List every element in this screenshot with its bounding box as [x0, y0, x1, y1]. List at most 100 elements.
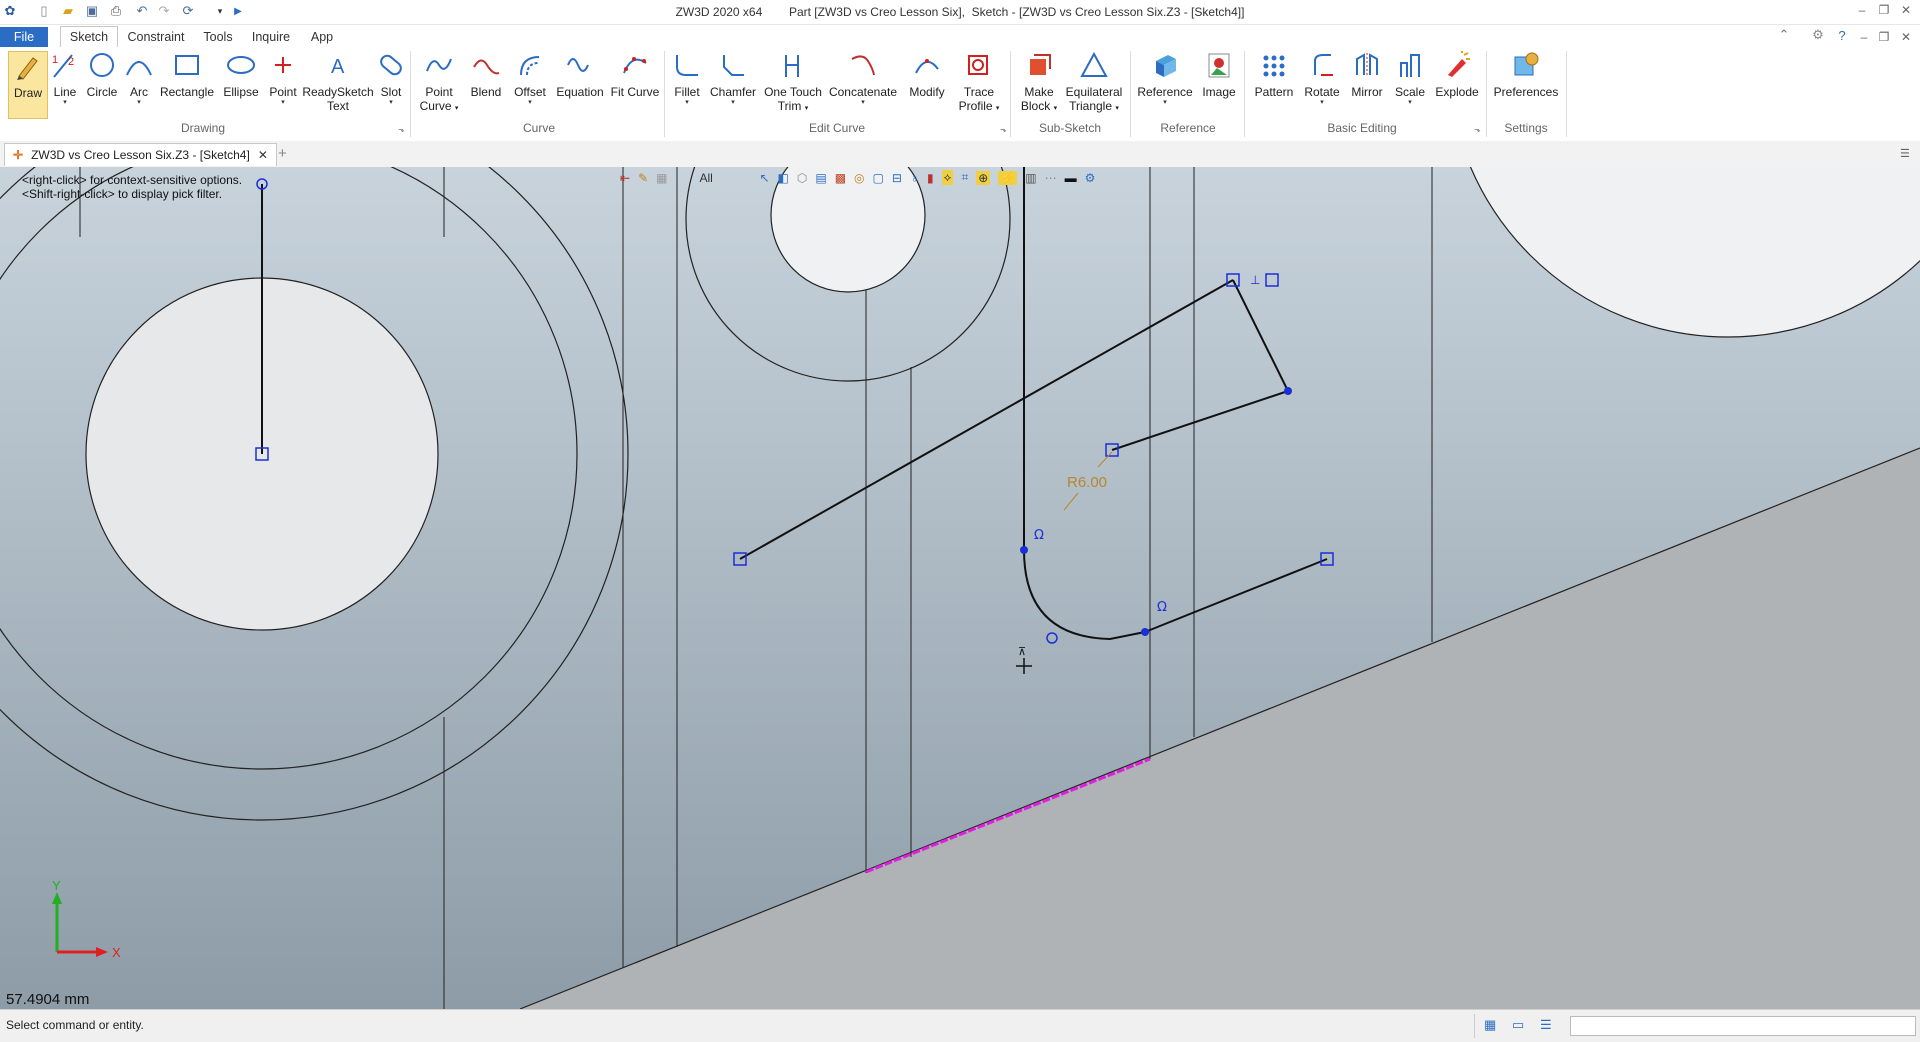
- basic-editing-launcher-icon[interactable]: ⬎: [1474, 125, 1481, 134]
- preferences-button[interactable]: Preferences: [1492, 51, 1560, 99]
- sketch-canvas[interactable]: ⊥ Ω Ω R6.00 ⊼ X Y: [0, 167, 1920, 1009]
- document-tab[interactable]: ✛ ZW3D vs Creo Lesson Six.Z3 - [Sketch4]…: [4, 143, 277, 166]
- menu-constraint[interactable]: Constraint: [124, 27, 188, 47]
- point-curve-button[interactable]: Point Curve ▾: [418, 51, 460, 116]
- color-icon[interactable]: ▮: [927, 171, 934, 185]
- point-button[interactable]: Point ▾: [266, 51, 300, 107]
- doc-minimize-button[interactable]: –: [1856, 30, 1872, 46]
- fillet-dropdown-icon[interactable]: ▾: [670, 99, 704, 107]
- list-icon[interactable]: ☰: [1540, 1017, 1552, 1033]
- chamfer-button[interactable]: Chamfer ▾: [708, 51, 758, 107]
- exit-icon[interactable]: ⇤: [620, 171, 630, 185]
- circle-button[interactable]: Circle: [84, 51, 120, 99]
- constraint-toggle-icon[interactable]: ⚡: [998, 170, 1018, 185]
- light-icon[interactable]: ♁: [910, 171, 919, 185]
- fillet-arc[interactable]: [1023, 549, 1146, 641]
- fit-icon[interactable]: ▢: [873, 171, 884, 185]
- minimize-button[interactable]: –: [1854, 3, 1870, 19]
- image-button[interactable]: Image: [1198, 51, 1240, 99]
- center-constraint-icon[interactable]: [1046, 632, 1058, 644]
- graphics-viewport[interactable]: ⊥ Ω Ω R6.00 ⊼ X Y <right-click> for cont…: [0, 167, 1920, 1009]
- equation-button[interactable]: Equation: [554, 51, 606, 99]
- arc-dropdown-icon[interactable]: ▾: [124, 99, 154, 107]
- offset-dropdown-icon[interactable]: ▾: [510, 99, 550, 107]
- menu-inquire[interactable]: Inquire: [248, 27, 294, 47]
- menu-file[interactable]: File: [0, 27, 48, 47]
- layout-icon[interactable]: ▦: [1484, 1017, 1496, 1033]
- tab-list-icon[interactable]: ☰: [1900, 147, 1910, 160]
- edit-curve-launcher-icon[interactable]: ⬎: [1000, 125, 1007, 134]
- fit-curve-button[interactable]: Fit Curve: [608, 51, 662, 99]
- mirror-button[interactable]: Mirror: [1346, 51, 1388, 99]
- render-icon[interactable]: ▥: [1025, 171, 1036, 185]
- dimension-toggle-icon[interactable]: ⌗: [961, 170, 968, 185]
- point-dropdown-icon[interactable]: ▾: [266, 99, 300, 107]
- reference-dropdown-icon[interactable]: ▾: [1136, 99, 1194, 107]
- modify-button[interactable]: Modify: [904, 51, 950, 99]
- doc-close-button[interactable]: ✕: [1898, 30, 1914, 46]
- monitor-icon[interactable]: ▭: [1512, 1017, 1524, 1033]
- readysketch-text-button[interactable]: A ReadySketch Text: [302, 51, 374, 113]
- tangent-constraint-icon[interactable]: Ω: [1157, 600, 1167, 615]
- sketch-line-long[interactable]: [739, 279, 1234, 560]
- arc-button[interactable]: Arc ▾: [124, 51, 154, 107]
- line-dropdown-icon[interactable]: ▾: [48, 99, 82, 107]
- close-tab-icon[interactable]: ✕: [258, 148, 268, 162]
- reference-button[interactable]: Reference ▾: [1136, 51, 1194, 107]
- select-icon[interactable]: ↖: [759, 171, 769, 185]
- trace-profile-button[interactable]: Trace Profile ▾: [954, 51, 1004, 116]
- slot-button[interactable]: Slot ▾: [374, 51, 408, 107]
- equilateral-triangle-button[interactable]: Equilateral Triangle ▾: [1064, 51, 1124, 116]
- radius-dimension[interactable]: R6.00: [1067, 474, 1107, 491]
- fillet-button[interactable]: Fillet ▾: [670, 51, 704, 107]
- drawing-launcher-icon[interactable]: ⬎: [398, 125, 405, 134]
- one-touch-trim-button[interactable]: One Touch Trim ▾: [762, 51, 824, 116]
- shaded-icon[interactable]: ◧: [778, 171, 789, 185]
- endpoint-dot[interactable]: [1284, 387, 1292, 395]
- collapse-ribbon-icon[interactable]: ⌃: [1776, 27, 1792, 43]
- view-cube-icon[interactable]: ⬡: [797, 171, 807, 185]
- scale-dropdown-icon[interactable]: ▾: [1390, 99, 1430, 107]
- explode-button[interactable]: Explode: [1434, 51, 1480, 99]
- dots-icon[interactable]: ⋯: [1045, 171, 1057, 185]
- menu-tools[interactable]: Tools: [198, 27, 238, 47]
- tangent-constraint-icon[interactable]: Ω: [1034, 528, 1044, 543]
- section-icon[interactable]: ⊟: [892, 171, 902, 185]
- scale-button[interactable]: Scale ▾: [1390, 51, 1430, 107]
- display-icon[interactable]: ▤: [815, 171, 826, 185]
- pick-icon[interactable]: ✎: [638, 171, 648, 185]
- concatenate-dropdown-icon[interactable]: ▾: [826, 99, 900, 107]
- sketch-line-upper[interactable]: [1111, 390, 1289, 451]
- rotate-button[interactable]: Rotate ▾: [1300, 51, 1344, 107]
- slot-dropdown-icon[interactable]: ▾: [374, 99, 408, 107]
- concatenate-button[interactable]: Concatenate ▾: [826, 51, 900, 107]
- rotate-dropdown-icon[interactable]: ▾: [1300, 99, 1344, 107]
- help-icon[interactable]: ?: [1834, 27, 1850, 43]
- make-block-button[interactable]: Make Block ▾: [1018, 51, 1060, 116]
- zoom-icon[interactable]: ◎: [854, 171, 864, 185]
- new-tab-icon[interactable]: +: [278, 145, 287, 162]
- close-window-button[interactable]: ✕: [1898, 3, 1914, 19]
- line-style-icon[interactable]: ▬: [1065, 171, 1077, 185]
- rectangle-button[interactable]: Rectangle: [158, 51, 216, 99]
- ellipse-button[interactable]: Ellipse: [220, 51, 262, 99]
- doc-restore-button[interactable]: ❐: [1876, 30, 1892, 46]
- menu-sketch[interactable]: Sketch: [60, 26, 118, 47]
- menu-app[interactable]: App: [304, 27, 340, 47]
- gear-icon[interactable]: ⚙: [1810, 27, 1826, 43]
- offset-button[interactable]: Offset ▾: [510, 51, 550, 107]
- perpendicular-constraint-icon[interactable]: ⊥: [1250, 273, 1260, 287]
- endpoint-handle[interactable]: [1265, 273, 1279, 287]
- grid-icon[interactable]: ▩: [835, 171, 846, 185]
- filter-icon[interactable]: ▦: [656, 171, 667, 185]
- target-icon[interactable]: ⊕: [976, 170, 991, 185]
- snap-icon[interactable]: ⟡: [941, 170, 954, 185]
- pattern-button[interactable]: Pattern: [1252, 51, 1296, 99]
- sketch-line-lower[interactable]: [1144, 558, 1328, 633]
- draw-button[interactable]: Draw: [8, 51, 48, 119]
- line-button[interactable]: 21 Line ▾: [48, 51, 82, 107]
- filter-select[interactable]: All: [699, 171, 745, 185]
- sketch-line-short[interactable]: [1232, 279, 1289, 392]
- command-input[interactable]: [1570, 1016, 1916, 1036]
- restore-button[interactable]: ❐: [1876, 3, 1892, 19]
